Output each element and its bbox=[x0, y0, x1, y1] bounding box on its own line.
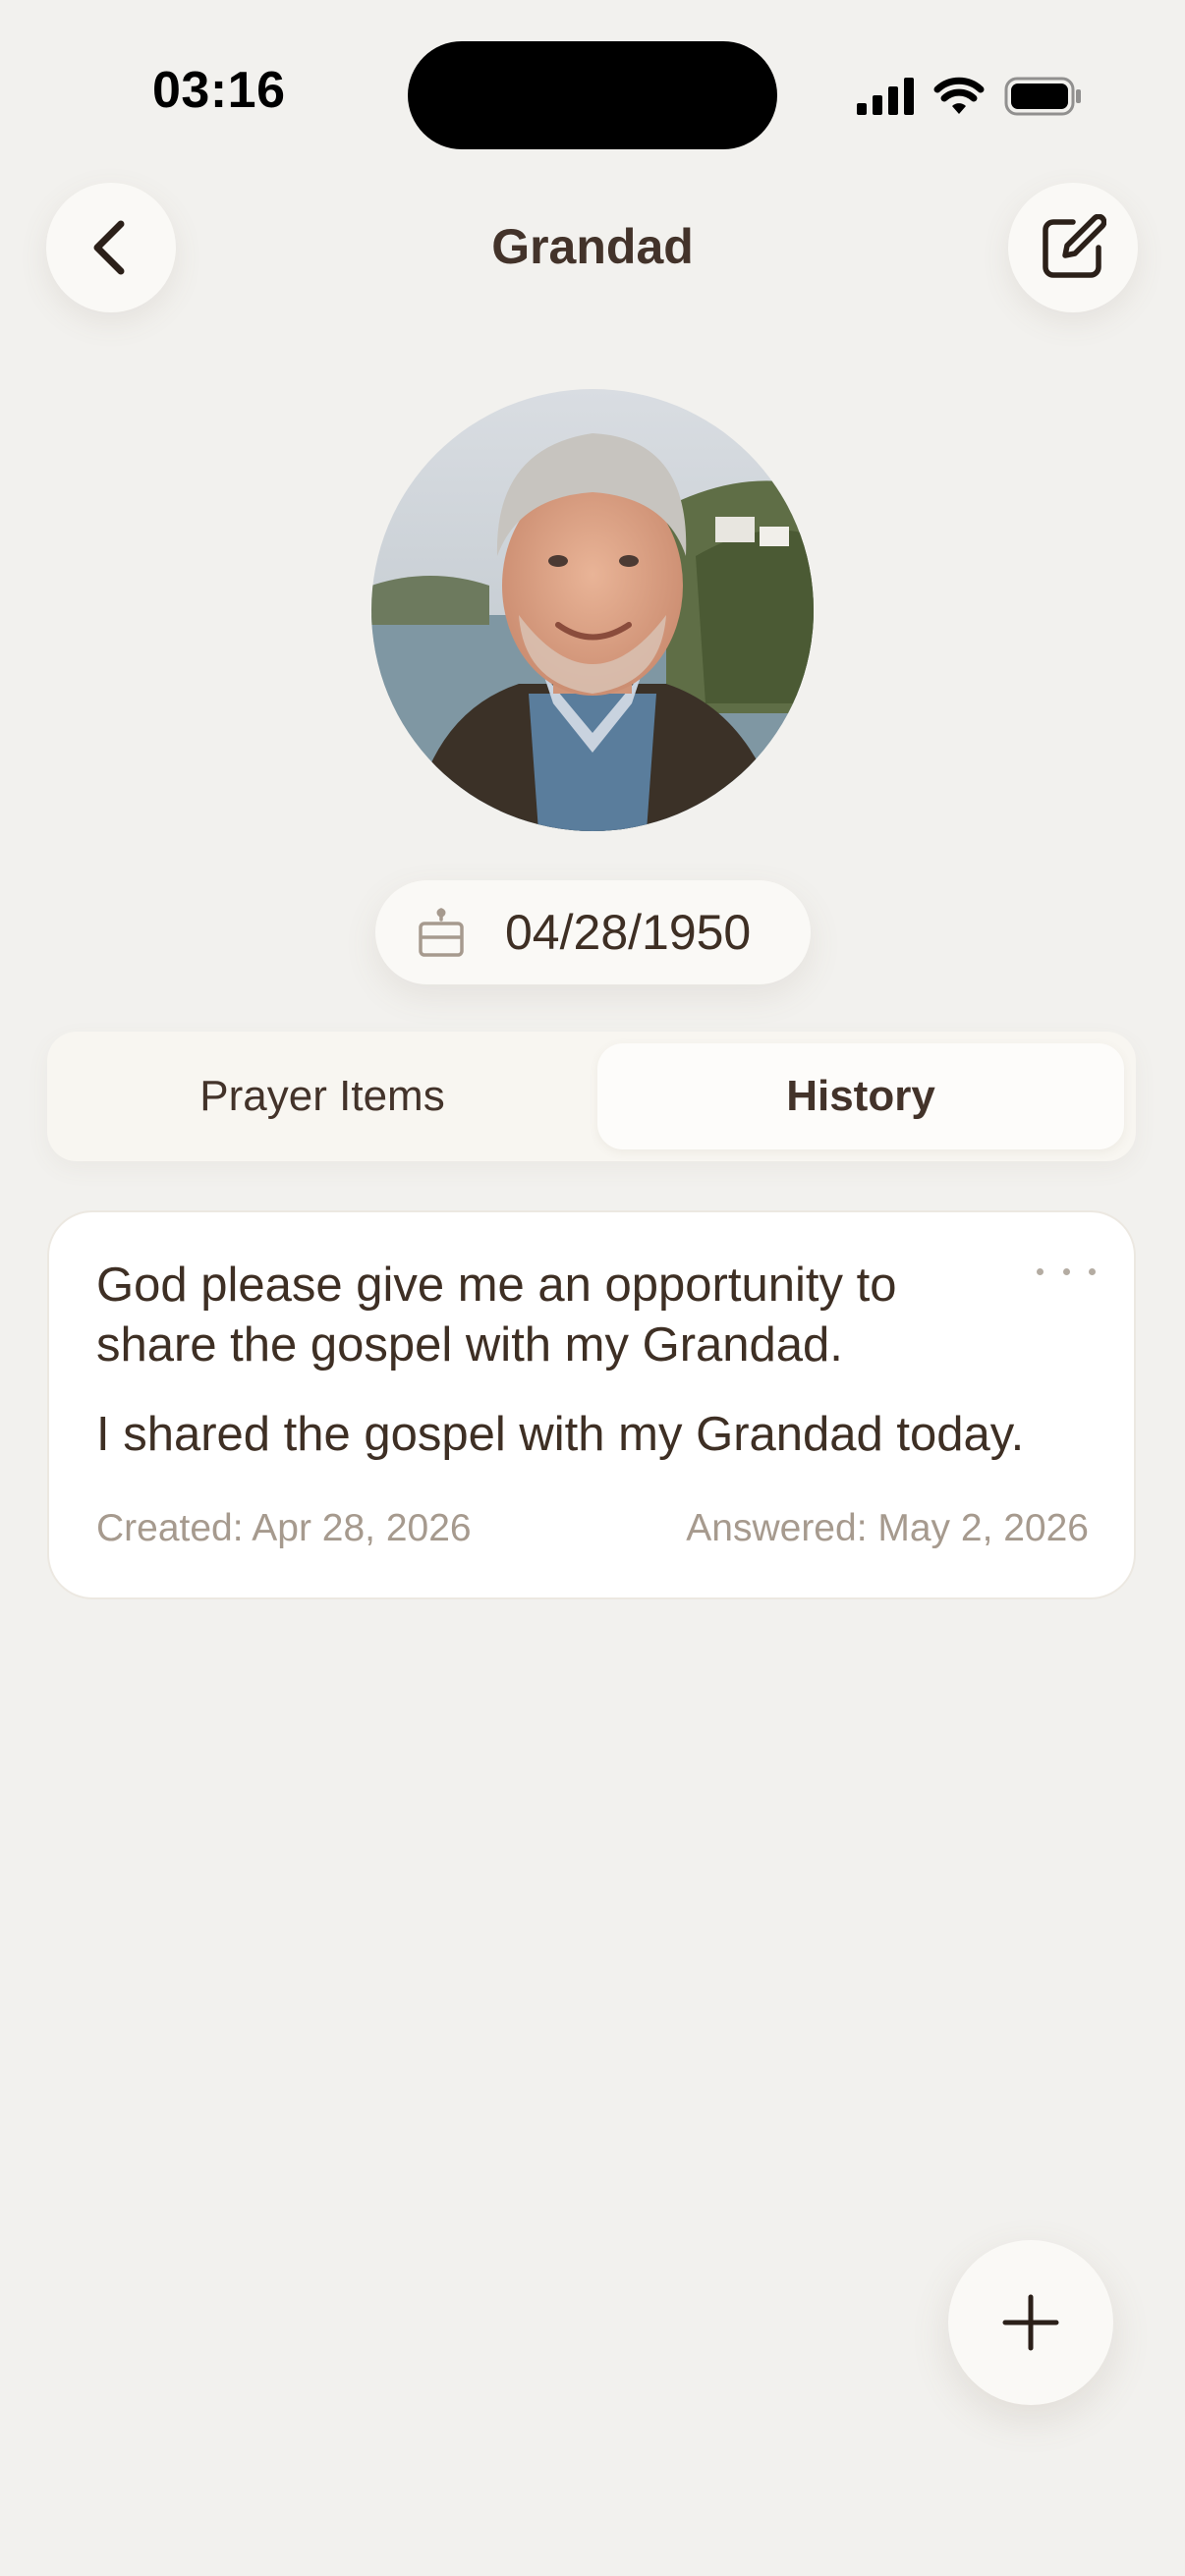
birthday-date: 04/28/1950 bbox=[505, 905, 752, 960]
prayer-request-text: God please give me an opportunity to sha… bbox=[96, 1259, 897, 1372]
plus-icon bbox=[1002, 2294, 1059, 2351]
prayer-answer-text: I shared the gospel with my Grandad toda… bbox=[96, 1408, 1025, 1461]
more-horizontal-icon-dot bbox=[1037, 1267, 1044, 1275]
add-button[interactable] bbox=[948, 2240, 1113, 2405]
status-time: 03:16 bbox=[152, 62, 286, 119]
battery-icon bbox=[1004, 77, 1081, 116]
created-date: Created: Apr 28, 2026 bbox=[96, 1507, 472, 1549]
more-horizontal-icon-dot bbox=[1062, 1267, 1070, 1275]
birthday-cake-icon bbox=[419, 908, 464, 957]
dynamic-island bbox=[408, 41, 777, 149]
history-card[interactable]: God please give me an opportunity to sha… bbox=[47, 1210, 1136, 1599]
avatar bbox=[371, 389, 814, 831]
edit-square-icon bbox=[1043, 214, 1106, 278]
more-horizontal-icon-dot bbox=[1089, 1267, 1096, 1275]
wifi-icon bbox=[933, 77, 985, 114]
tab-prayer-items-label: Prayer Items bbox=[199, 1072, 445, 1120]
birthday-pill: 04/28/1950 bbox=[375, 880, 811, 984]
more-options-button[interactable] bbox=[1037, 1260, 1096, 1283]
tab-history-label: History bbox=[786, 1072, 935, 1120]
avatar-photo bbox=[371, 389, 814, 831]
tab-prayer-items[interactable]: Prayer Items bbox=[47, 1032, 597, 1161]
cellular-signal-icon bbox=[857, 78, 914, 115]
tab-history[interactable]: History bbox=[597, 1032, 1124, 1161]
edit-button[interactable] bbox=[1008, 183, 1138, 312]
status-icons bbox=[857, 69, 1083, 124]
answered-date: Answered: May 2, 2026 bbox=[686, 1507, 1089, 1549]
tab-switcher: Prayer Items History bbox=[47, 1032, 1136, 1161]
